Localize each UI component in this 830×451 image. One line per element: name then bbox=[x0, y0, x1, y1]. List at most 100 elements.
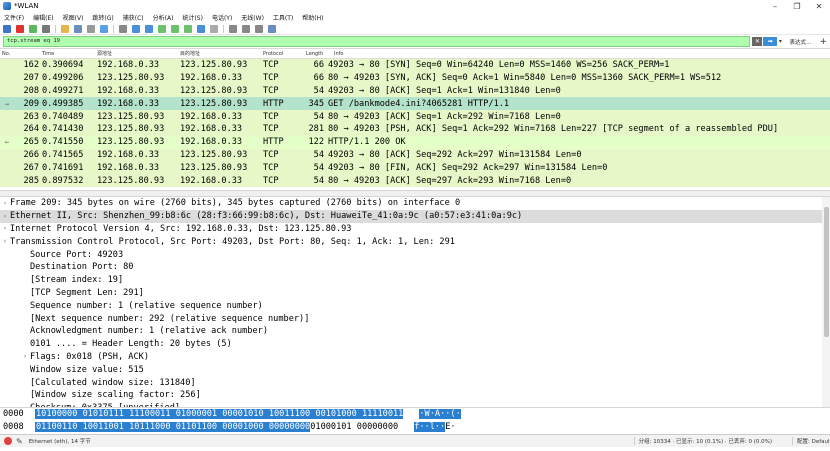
go-back-icon[interactable] bbox=[132, 24, 140, 33]
bytes-bits-highlighted[interactable]: 01100110 10011001 10111000 01101100 0000… bbox=[35, 421, 311, 432]
packet-row[interactable]: 264 0.741430 123.125.80.93 192.168.0.33 TCP 2… bbox=[0, 122, 830, 136]
packet-length: 54 bbox=[313, 85, 324, 96]
collapse-arrow-icon[interactable]: ˅ bbox=[0, 238, 10, 245]
packet-row[interactable]: 267 0.741691 192.168.0.33 123.125.80.93 TCP 5… bbox=[0, 161, 830, 175]
packet-row[interactable]: 263 0.740489 123.125.80.93 192.168.0.33 TCP 5… bbox=[0, 110, 830, 123]
menu-analyze[interactable]: 分析(A) bbox=[153, 13, 174, 22]
packet-destination: 123.125.80.93 bbox=[180, 162, 248, 173]
column-header-source[interactable]: 源地址 bbox=[97, 50, 180, 57]
details-tree-item[interactable]: › Frame 209: 345 bytes on wire (2760 bits… bbox=[0, 197, 830, 210]
bytes-ascii[interactable]: E· bbox=[445, 422, 455, 432]
zoom-in-icon[interactable] bbox=[229, 24, 237, 33]
expression-button[interactable]: 表达式… bbox=[789, 38, 811, 46]
normal-size-icon[interactable] bbox=[255, 24, 263, 33]
details-tree-item[interactable]: 0101 .... = Header Length: 20 bytes (5) bbox=[0, 338, 830, 351]
details-tree-item[interactable]: › Flags: 0x018 (PSH, ACK) bbox=[0, 351, 830, 364]
details-tree-item[interactable]: Source Port: 49203 bbox=[0, 248, 830, 261]
packet-row[interactable]: 208 0.499271 192.168.0.33 123.125.80.93 TCP 5… bbox=[0, 84, 830, 98]
details-tree-item[interactable]: [Stream index: 19] bbox=[0, 274, 830, 287]
packet-row[interactable]: ← 265 0.741550 123.125.80.93 192.168.0.33 HTT… bbox=[0, 135, 830, 149]
column-header-time[interactable]: Time bbox=[42, 51, 97, 57]
packet-row[interactable]: 207 0.499206 123.125.80.93 192.168.0.33 TCP 6… bbox=[0, 71, 830, 85]
clear-filter-icon[interactable]: ✕ bbox=[752, 37, 763, 46]
minimize-button[interactable]: – bbox=[764, 2, 786, 11]
expand-arrow-icon[interactable]: › bbox=[0, 200, 10, 207]
close-button[interactable]: ✕ bbox=[808, 2, 830, 11]
bytes-bits[interactable]: 01000101 00000000 bbox=[310, 422, 398, 432]
packet-number: 207 bbox=[23, 73, 39, 84]
stop-capture-icon[interactable] bbox=[16, 24, 24, 33]
go-to-packet-icon[interactable] bbox=[158, 24, 166, 33]
packet-row[interactable]: 266 0.741565 192.168.0.33 123.125.80.93 TCP 5… bbox=[0, 148, 830, 162]
details-tree-item[interactable]: ˅ Transmission Control Protocol, Src Port… bbox=[0, 235, 830, 248]
details-tree-item[interactable]: [TCP Segment Len: 291] bbox=[0, 287, 830, 300]
details-tree-item[interactable]: [Next sequence number: 292 (relative seq… bbox=[0, 312, 830, 325]
column-header-no[interactable]: No. bbox=[0, 51, 42, 57]
packet-row[interactable]: 285 0.897532 123.125.80.93 192.168.0.33 TCP 5… bbox=[0, 174, 830, 187]
maximize-button[interactable]: ❐ bbox=[786, 2, 808, 11]
zoom-out-icon[interactable] bbox=[242, 24, 250, 33]
details-scrollbar[interactable] bbox=[822, 197, 830, 407]
colorize-icon[interactable] bbox=[210, 24, 218, 33]
packet-number: 267 bbox=[23, 162, 39, 173]
details-tree-item[interactable]: Window size value: 515 bbox=[0, 363, 830, 376]
menu-view[interactable]: 视图(V) bbox=[63, 13, 84, 22]
window-title: *WLAN bbox=[14, 2, 39, 10]
menu-file[interactable]: 文件(F) bbox=[4, 13, 24, 22]
details-tree-item[interactable]: › Internet Protocol Version 4, Src: 192.1… bbox=[0, 223, 830, 236]
start-capture-icon[interactable] bbox=[3, 24, 11, 33]
capture-options-icon[interactable] bbox=[42, 24, 50, 33]
packet-row[interactable]: 162 0.390694 192.168.0.33 123.125.80.93 TCP 6… bbox=[0, 59, 830, 72]
expand-arrow-icon[interactable]: › bbox=[0, 213, 10, 220]
autoscroll-icon[interactable] bbox=[197, 24, 205, 33]
bytes-ascii-highlighted[interactable]: f··l·· bbox=[414, 421, 446, 432]
packet-related-marker: ← bbox=[4, 138, 10, 147]
details-tree-item[interactable]: [Calculated window size: 131840] bbox=[0, 376, 830, 389]
resize-columns-icon[interactable] bbox=[268, 24, 276, 33]
expand-arrow-icon[interactable]: › bbox=[20, 353, 30, 360]
first-packet-icon[interactable] bbox=[171, 24, 179, 33]
go-forward-icon[interactable] bbox=[145, 24, 153, 33]
status-profile[interactable]: 配置: Default bbox=[792, 437, 830, 445]
menu-telephony[interactable]: 电话(Y) bbox=[212, 13, 232, 22]
display-filter-input[interactable]: tcp.stream eq 19 bbox=[3, 36, 751, 47]
filter-history-dropdown-icon[interactable]: ▾ bbox=[777, 38, 783, 45]
details-tree-item[interactable]: [Window size scaling factor: 256] bbox=[0, 389, 830, 402]
find-packet-icon[interactable] bbox=[119, 24, 127, 33]
menu-statistics[interactable]: 统计(S) bbox=[182, 13, 203, 22]
packet-destination: 192.168.0.33 bbox=[180, 73, 243, 84]
column-header-info[interactable]: Info bbox=[334, 51, 343, 57]
menu-capture[interactable]: 捕获(C) bbox=[123, 13, 144, 22]
menu-wireless[interactable]: 无线(W) bbox=[241, 13, 264, 22]
expand-arrow-icon[interactable]: › bbox=[0, 225, 10, 232]
column-header-destination[interactable]: 目的地址 bbox=[180, 50, 263, 57]
capture-comment-icon[interactable]: ✎ bbox=[16, 437, 23, 446]
bytes-bits-highlighted[interactable]: 10100000 01010111 11100011 01000001 0000… bbox=[35, 409, 404, 420]
reload-icon[interactable] bbox=[100, 24, 108, 33]
bytes-ascii-highlighted[interactable]: ·W·A··(· bbox=[419, 409, 461, 420]
apply-filter-icon[interactable]: ➡ bbox=[763, 37, 778, 46]
column-header-length[interactable]: Length bbox=[306, 51, 334, 57]
details-tree-label: [Calculated window size: 131840] bbox=[30, 377, 196, 388]
details-tree-item[interactable]: Acknowledgment number: 1 (relative ack n… bbox=[0, 325, 830, 338]
expert-info-icon[interactable] bbox=[4, 437, 12, 445]
details-tree-item[interactable]: Destination Port: 80 bbox=[0, 261, 830, 274]
column-header-protocol[interactable]: Protocol bbox=[263, 51, 306, 57]
close-file-icon[interactable] bbox=[87, 24, 95, 33]
last-packet-icon[interactable] bbox=[184, 24, 192, 33]
open-file-icon[interactable] bbox=[61, 24, 69, 33]
add-filter-button[interactable]: + bbox=[819, 37, 827, 47]
packet-number: 208 bbox=[23, 85, 39, 96]
save-file-icon[interactable] bbox=[74, 24, 82, 33]
packet-protocol: HTTP bbox=[263, 98, 284, 109]
menu-tools[interactable]: 工具(T) bbox=[273, 13, 293, 22]
details-tree-item[interactable]: Sequence number: 1 (relative sequence nu… bbox=[0, 299, 830, 312]
restart-capture-icon[interactable] bbox=[29, 24, 37, 33]
menu-edit[interactable]: 编辑(E) bbox=[33, 13, 53, 22]
details-scrollbar-thumb[interactable] bbox=[824, 207, 829, 337]
menu-go[interactable]: 跳转(G) bbox=[92, 13, 113, 22]
menu-help[interactable]: 帮助(H) bbox=[302, 13, 323, 22]
pane-splitter[interactable] bbox=[0, 190, 830, 197]
packet-row[interactable]: → 209 0.499385 192.168.0.33 123.125.80.93 HTT… bbox=[0, 97, 830, 111]
details-tree-item[interactable]: › Ethernet II, Src: Shenzhen_99:b8:6c (28… bbox=[0, 209, 830, 223]
